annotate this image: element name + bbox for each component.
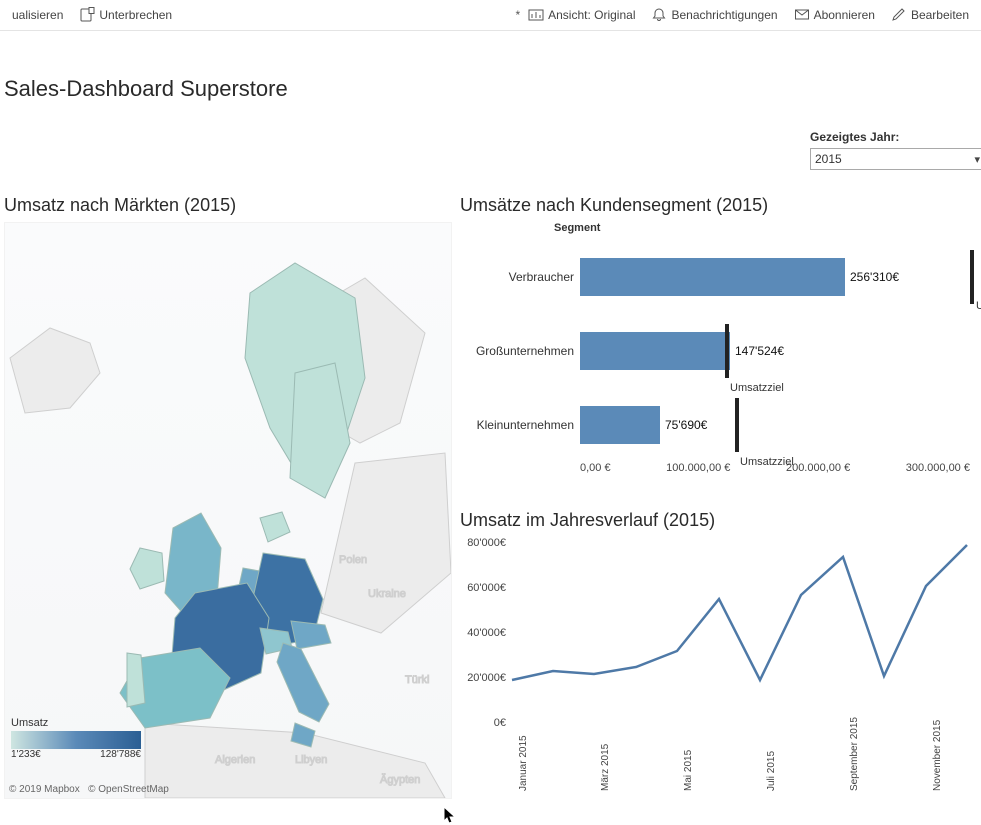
bar-row: Kleinunternehmen 75'690€ Umsatzziel: [460, 388, 975, 462]
bar-fill: [580, 258, 845, 296]
view-icon: [528, 7, 544, 23]
bar-goal-marker: [735, 398, 739, 452]
bar-row: Verbraucher 256'310€ Umsatzziel: [460, 240, 975, 314]
x-tick: Juli 2015: [766, 751, 777, 791]
line-x-axis: Januar 2015 März 2015 Mai 2015 Juli 2015…: [512, 729, 967, 799]
europe-map-icon: Polen Ukraine Türki Algerien Libyen Ägyp…: [5, 223, 451, 798]
x-tick: 200.000,00 €: [786, 462, 850, 480]
line-y-axis: 80'000€ 60'000€ 40'000€ 20'000€ 0€: [460, 543, 510, 723]
segment-chart[interactable]: Segment Verbraucher 256'310€ Umsatzziel …: [460, 222, 975, 492]
x-tick: November 2015: [932, 720, 943, 791]
svg-text:Algerien: Algerien: [215, 754, 255, 766]
subscribe-button[interactable]: Abonnieren: [788, 5, 881, 25]
bar-value: 147'524€: [735, 344, 784, 358]
year-filter: Gezeigtes Jahr: 2015: [810, 130, 975, 170]
map-panel: Umsatz nach Märkten (2015) Polen Ukraine…: [4, 195, 450, 799]
bar-goal-label: Umsatzziel: [730, 382, 784, 394]
x-tick: März 2015: [600, 744, 611, 791]
y-tick: 20'000€: [467, 672, 506, 684]
bar-row: Großunternehmen 147'524€ Umsatzziel: [460, 314, 975, 388]
year-filter-label: Gezeigtes Jahr:: [810, 130, 975, 144]
pause-icon: [79, 7, 95, 23]
map-title: Umsatz nach Märkten (2015): [4, 195, 450, 216]
segment-header: Segment: [554, 222, 975, 234]
edit-button[interactable]: Bearbeiten: [885, 5, 975, 25]
x-tick: 300.000,00 €: [906, 462, 970, 480]
svg-text:Türki: Türki: [405, 674, 429, 686]
subscribe-label: Abonnieren: [814, 8, 875, 22]
bell-icon: [651, 7, 667, 23]
bar-goal-label: Umsatzziel: [976, 300, 977, 312]
svg-text:Libyen: Libyen: [295, 754, 327, 766]
map-legend-gradient: [11, 731, 141, 749]
segment-title: Umsätze nach Kundensegment (2015): [460, 195, 975, 216]
x-tick: Januar 2015: [518, 735, 529, 791]
map-credit-mapbox: © 2019 Mapbox: [9, 784, 80, 795]
bar-category: Großunternehmen: [460, 344, 580, 358]
bar-fill: [580, 332, 730, 370]
y-tick: 80'000€: [467, 537, 506, 549]
map-legend-title: Umsatz: [11, 717, 141, 729]
x-tick: Mai 2015: [683, 750, 694, 791]
y-tick: 60'000€: [467, 582, 506, 594]
edit-label: Bearbeiten: [911, 8, 969, 22]
bar-value: 256'310€: [850, 270, 899, 284]
bar-goal-marker: [970, 250, 974, 304]
map-legend: Umsatz 1'233€ 128'788€: [11, 717, 141, 760]
line-title: Umsatz im Jahresverlauf (2015): [460, 510, 975, 531]
x-tick: 100.000,00 €: [666, 462, 730, 480]
map-scale-min: 1'233€: [11, 749, 41, 760]
dashboard-title: Sales-Dashboard Superstore: [4, 76, 981, 102]
toolbar: ualisieren Unterbrechen * Ansicht: Origi…: [0, 0, 981, 31]
pencil-icon: [891, 7, 907, 23]
visualize-button[interactable]: ualisieren: [6, 6, 69, 24]
bar-value: 75'690€: [665, 418, 707, 432]
map-credit-osm: © OpenStreetMap: [88, 784, 169, 795]
x-tick: September 2015: [849, 717, 860, 791]
bar-category: Verbraucher: [460, 270, 580, 284]
envelope-icon: [794, 7, 810, 23]
bar-goal-label: Umsatzziel: [740, 456, 794, 468]
bar-category: Kleinunternehmen: [460, 418, 580, 432]
view-label: Ansicht: Original: [548, 8, 635, 22]
segment-panel: Umsätze nach Kundensegment (2015) Segmen…: [460, 195, 975, 492]
svg-text:Polen: Polen: [339, 554, 367, 566]
y-tick: 0€: [494, 717, 506, 729]
year-filter-select[interactable]: 2015: [810, 148, 981, 170]
bar-fill: [580, 406, 660, 444]
alerts-button[interactable]: Benachrichtigungen: [645, 5, 783, 25]
pause-button[interactable]: Unterbrechen: [73, 5, 178, 25]
svg-text:Ukraine: Ukraine: [368, 588, 406, 600]
map-credit: © 2019 Mapbox © OpenStreetMap: [9, 784, 169, 795]
line-panel: Umsatz im Jahresverlauf (2015) 80'000€ 6…: [460, 510, 975, 797]
x-tick: 0,00 €: [580, 462, 611, 480]
line-chart[interactable]: 80'000€ 60'000€ 40'000€ 20'000€ 0€ Janua…: [460, 537, 975, 797]
bar-goal-marker: [725, 324, 729, 378]
year-filter-value: 2015: [815, 152, 842, 166]
map-scale-max: 128'788€: [100, 749, 141, 760]
svg-text:Ägypten: Ägypten: [380, 774, 420, 786]
reset-asterisk-icon: *: [515, 8, 520, 22]
map-view[interactable]: Polen Ukraine Türki Algerien Libyen Ägyp…: [4, 222, 452, 799]
alerts-label: Benachrichtigungen: [671, 8, 777, 22]
line-plot-svg: [512, 543, 967, 723]
y-tick: 40'000€: [467, 627, 506, 639]
pause-label: Unterbrechen: [99, 8, 172, 22]
view-button[interactable]: Ansicht: Original: [522, 5, 641, 25]
cursor-icon: [443, 806, 457, 824]
